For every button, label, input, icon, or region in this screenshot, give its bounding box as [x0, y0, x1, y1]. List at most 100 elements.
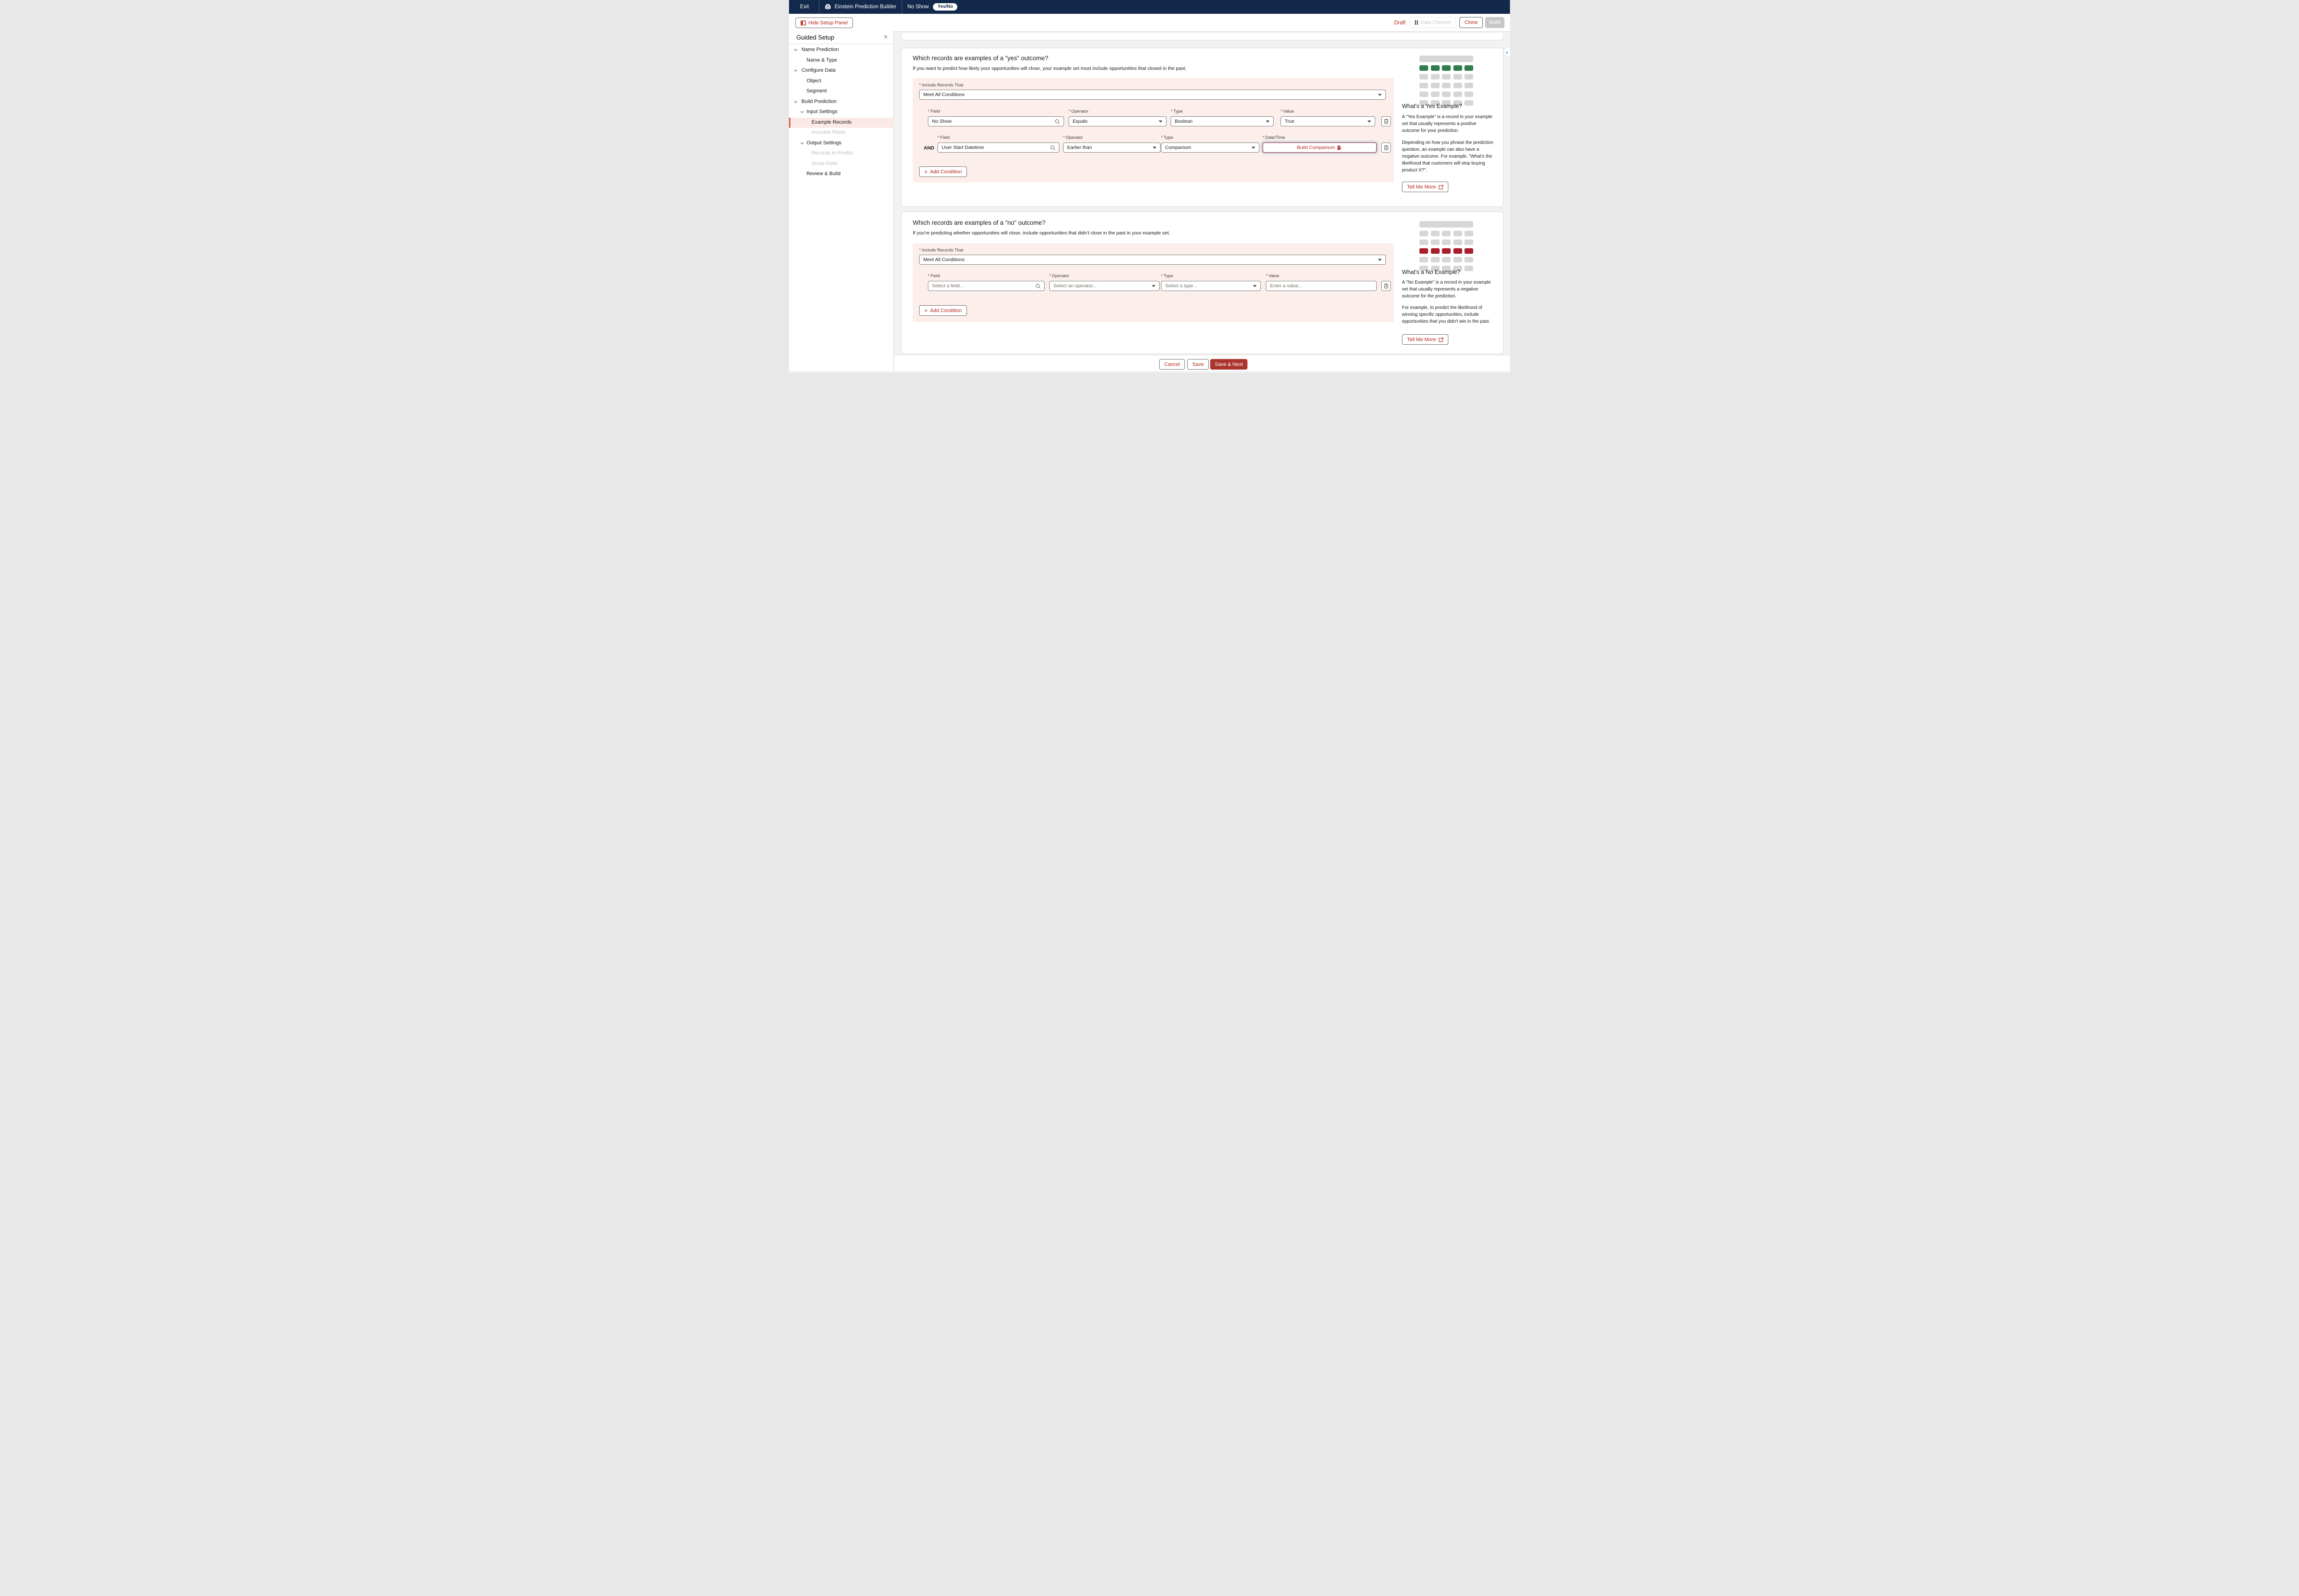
expand-panel-tab[interactable]: ‹ — [1504, 46, 1510, 58]
record-cell — [1464, 257, 1473, 262]
include-records-select[interactable]: Meet All Conditions — [919, 90, 1386, 100]
operator-select[interactable]: Select an operator... — [1049, 281, 1160, 291]
value-input[interactable]: Enter a value... — [1266, 281, 1377, 291]
sidebar-item-label: Name & Type — [806, 57, 837, 63]
record-cell — [1464, 231, 1473, 236]
no-outcome-card: Which records are examples of a "no" out… — [901, 211, 1504, 354]
field-input[interactable]: Select a field... — [928, 281, 1045, 291]
operator-select[interactable]: Earlier than — [1063, 142, 1161, 153]
build-comparison-button[interactable]: Build Comparison — [1263, 142, 1377, 153]
record-cell — [1464, 266, 1473, 271]
record-cell — [1442, 91, 1451, 97]
record-cell — [1453, 91, 1462, 97]
exit-link[interactable]: Exit — [800, 4, 809, 10]
hide-setup-panel-button[interactable]: Hide Setup Panel — [795, 17, 853, 28]
sidebar-item-label: Output Settings — [806, 140, 841, 146]
record-cell — [1419, 74, 1428, 80]
no-info-paragraph-2: For example, to predict the likelihood o… — [1402, 304, 1494, 325]
dropdown-arrow-icon — [1378, 259, 1382, 261]
external-link-icon — [1439, 185, 1443, 189]
external-link-icon — [1439, 337, 1443, 342]
no-info-paragraph-1: A "No Example" is a record in your examp… — [1402, 279, 1494, 300]
operator-select[interactable]: Equals — [1069, 116, 1167, 126]
pause-icon — [1415, 20, 1418, 25]
no-section-title: Which records are examples of a "no" out… — [913, 219, 1046, 226]
datetime-label: Date/Time — [1263, 135, 1285, 140]
action-toolbar: Hide Setup Panel Draft Data Checker Clon… — [789, 14, 1510, 32]
save-next-button[interactable]: Save & Next — [1210, 359, 1247, 370]
type-label: Type — [1171, 109, 1183, 114]
global-navbar: Exit Einstein Prediction Builder No Show… — [789, 0, 1510, 14]
illustration-grid — [1419, 65, 1473, 106]
field-input[interactable]: User Start Datetime — [938, 142, 1059, 153]
build-button[interactable]: Build — [1485, 17, 1504, 28]
search-icon — [1050, 145, 1055, 150]
record-cell — [1453, 248, 1462, 254]
sidebar-item-score-field: Score Field — [789, 159, 894, 169]
delete-condition-button[interactable] — [1381, 142, 1391, 153]
form-footer: Cancel Save Save & Next — [894, 355, 1510, 371]
einstein-prediction-builder-screen: Exit Einstein Prediction Builder No Show… — [789, 0, 1510, 373]
type-select[interactable]: Select a type... — [1161, 281, 1261, 291]
data-checker-button[interactable]: Data Checker — [1410, 17, 1456, 28]
value-select[interactable]: True — [1281, 116, 1375, 126]
record-cell — [1453, 74, 1462, 80]
sidebar-item-label: Example Records — [812, 120, 852, 125]
sidebar-item-input-settings[interactable]: Input Settings — [789, 107, 894, 117]
record-cell — [1453, 65, 1462, 71]
sidebar-item-label: Input Settings — [806, 109, 837, 114]
add-condition-button[interactable]: + Add Condition — [919, 305, 967, 316]
dropdown-arrow-icon — [1253, 285, 1257, 287]
sidebar-item-output-settings[interactable]: Output Settings — [789, 138, 894, 148]
dropdown-arrow-icon — [1266, 120, 1270, 123]
sidebar-item-object[interactable]: Object — [789, 76, 894, 86]
type-select[interactable]: Boolean — [1171, 116, 1274, 126]
guided-setup-panel: Guided Setup ✕ Name Prediction Name & Ty… — [789, 31, 894, 371]
chevron-down-icon — [794, 69, 798, 72]
record-cell — [1431, 65, 1440, 71]
record-cell — [1464, 74, 1473, 80]
field-input[interactable]: No Show — [928, 116, 1064, 126]
sidebar-item-name-prediction[interactable]: Name Prediction — [789, 45, 894, 55]
include-records-label: Include Records That — [919, 83, 963, 88]
sidebar-item-configure-data[interactable]: Configure Data — [789, 66, 894, 76]
yes-outcome-card: Which records are examples of a "yes" ou… — [901, 48, 1504, 207]
condition-conjunction: AND — [924, 145, 934, 151]
record-cell — [1419, 231, 1428, 236]
sidebar-item-review-build[interactable]: Review & Build — [789, 169, 894, 179]
tell-me-more-button[interactable]: Tell Me More — [1402, 334, 1448, 345]
save-button[interactable]: Save — [1187, 359, 1209, 370]
chevron-down-icon — [800, 142, 804, 144]
yes-example-illustration — [1419, 56, 1473, 109]
sidebar-item-example-records[interactable]: Example Records — [789, 118, 894, 128]
field-label: Field — [938, 135, 949, 140]
delete-condition-button[interactable] — [1381, 116, 1391, 126]
no-example-illustration — [1419, 221, 1473, 274]
sidebar-item-name-type[interactable]: Name & Type — [789, 56, 894, 66]
record-cell — [1442, 248, 1451, 254]
include-records-select[interactable]: Meet All Conditions — [919, 255, 1386, 265]
chevron-down-icon — [794, 49, 798, 51]
operator-label: Operator — [1063, 135, 1083, 140]
sidebar-item-segment[interactable]: Segment — [789, 86, 894, 97]
tell-me-more-button[interactable]: Tell Me More — [1402, 182, 1448, 192]
record-cell — [1453, 83, 1462, 88]
record-cell — [1431, 248, 1440, 254]
type-select[interactable]: Comparison — [1161, 142, 1259, 153]
record-cell — [1442, 231, 1451, 236]
cancel-button[interactable]: Cancel — [1159, 359, 1185, 370]
add-condition-button[interactable]: + Add Condition — [919, 166, 967, 177]
record-cell — [1419, 257, 1428, 262]
close-icon[interactable]: ✕ — [884, 34, 888, 40]
sidebar-item-build-prediction[interactable]: Build Prediction — [789, 97, 894, 107]
delete-condition-button[interactable] — [1381, 281, 1391, 291]
record-cell — [1419, 91, 1428, 97]
guided-setup-header: Guided Setup ✕ — [789, 31, 893, 44]
yes-conditions-panel: Include Records That Meet All Conditions… — [913, 78, 1394, 182]
prediction-type-badge: Yes/No — [933, 3, 957, 11]
clone-button[interactable]: Clone — [1459, 17, 1483, 28]
dropdown-arrow-icon — [1159, 120, 1162, 123]
einstein-icon — [824, 4, 831, 10]
operator-label: Operator — [1069, 109, 1088, 114]
yes-info-heading: What's a Yes Example? — [1402, 103, 1462, 109]
